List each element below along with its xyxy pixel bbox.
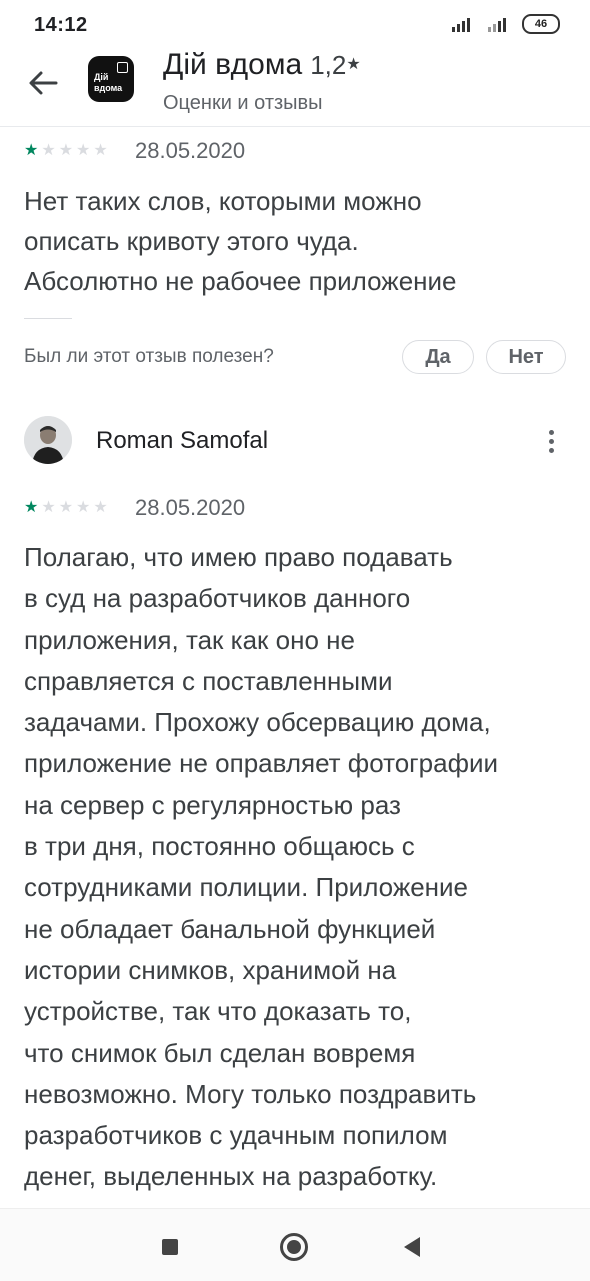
battery-icon: 46 <box>522 14 560 34</box>
review-star-rating: ★ ★ ★ ★ ★ <box>24 497 108 517</box>
recents-icon[interactable] <box>162 1239 178 1255</box>
app-logo-text: Дій вдома <box>94 72 123 93</box>
back-arrow-icon[interactable] <box>26 66 60 100</box>
star-empty-icon: ★ <box>58 142 74 159</box>
divider <box>24 318 72 319</box>
review-text: Полагаю, что имею право подавать в суд н… <box>24 542 499 1192</box>
app-logo[interactable]: Дій вдома <box>88 56 134 102</box>
system-navigation-bar <box>0 1208 590 1281</box>
home-button-icon[interactable] <box>280 1233 308 1261</box>
star-empty-icon: ★ <box>76 499 91 516</box>
review-author: Roman Samofal <box>96 427 269 454</box>
review-date: 28.05.2020 <box>135 495 246 520</box>
helpful-question: Был ли этот отзыв полезен? <box>24 346 274 367</box>
app-title: Дій вдома <box>163 48 303 81</box>
review-text: Нет таких слов, которыми можно описать к… <box>24 186 457 296</box>
star-empty-icon: ★ <box>41 142 56 159</box>
page-subtitle: Оценки и отзывы <box>163 92 323 114</box>
star-empty-icon: ★ <box>41 499 56 516</box>
review-date: 28.05.2020 <box>135 138 246 163</box>
star-empty-icon: ★ <box>76 142 91 159</box>
back-triangle-icon[interactable] <box>404 1237 420 1257</box>
star-filled-icon: ★ <box>24 142 39 159</box>
user-avatar-icon <box>24 416 72 464</box>
signal-icon <box>488 18 506 32</box>
star-empty-icon: ★ <box>93 499 108 516</box>
helpful-yes-button[interactable]: Да <box>402 340 474 374</box>
helpful-no-button[interactable]: Нет <box>486 340 566 374</box>
review-star-rating: ★ ★ ★ ★ ★ <box>24 140 108 160</box>
star-empty-icon: ★ <box>93 142 108 159</box>
app-header: Дій вдома Дій вдома 1,2★ Оценки и отзывы <box>0 40 590 127</box>
status-time: 14:12 <box>34 14 88 36</box>
status-icons: 46 <box>450 14 560 34</box>
signal-icon <box>452 18 470 32</box>
star-filled-icon: ★ <box>24 499 39 516</box>
rating-star-icon: ★ <box>346 56 361 73</box>
app-title-row: Дій вдома 1,2★ <box>163 48 361 82</box>
app-rating: 1,2 <box>310 50 347 80</box>
avatar[interactable] <box>24 416 72 464</box>
more-options-icon[interactable] <box>546 428 558 456</box>
star-empty-icon: ★ <box>58 499 74 516</box>
